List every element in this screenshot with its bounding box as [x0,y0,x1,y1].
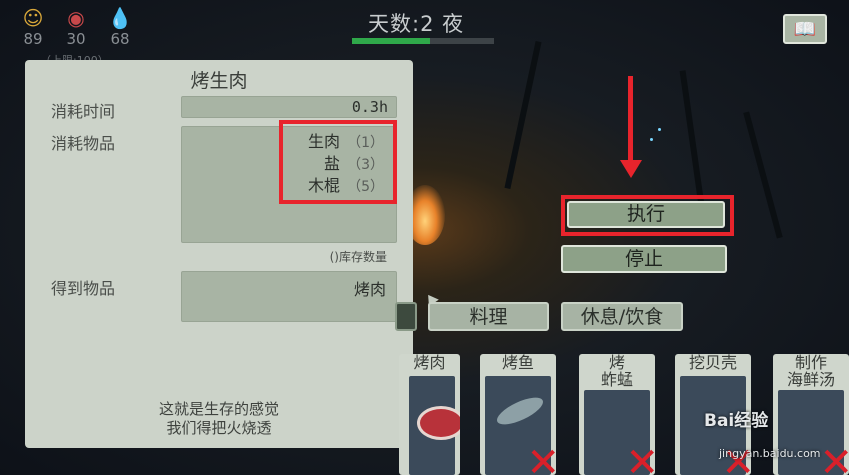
recipe-card-roast-grasshopper[interactable]: 烤 蚱蜢 ✕ [579,354,655,475]
star [658,128,661,131]
water-drop-icon: 💧 [107,6,133,30]
recipe-card-roast-fish[interactable]: 烤鱼 ✕ [480,354,556,475]
recipe-card-name: 烤鱼 [501,354,534,372]
time-label: 消耗时间 [51,102,116,121]
recipe-card-roast-meat[interactable]: 烤肉 [399,354,460,475]
recipe-detail-panel: 烤生肉 消耗时间 0.3h 消耗物品 生肉 （1） 盐（3） 木棍 （5） ()库存… [25,60,413,448]
unavailable-x-icon: ✕ [819,440,849,475]
get-item-value: 烤肉 [181,271,397,322]
meat-icon: ◉ [67,6,85,30]
annotation-arrow [628,76,633,164]
palm-silhouette [743,111,783,239]
consume-items-highlight [279,120,397,204]
execute-button[interactable]: 执行 [567,201,725,228]
consume-label: 消耗物品 [51,134,116,153]
book-button[interactable]: 📖 [783,14,827,44]
unavailable-x-icon: ✕ [625,440,655,475]
stat-happiness: ☺ 89 [16,6,50,48]
watermark-url: jingyan.baidu.com [719,447,821,460]
flavor-line-1: 这就是生存的感觉 [158,400,279,418]
annotation-arrow-head [620,160,642,178]
watermark-logo: Bai经验 [704,411,769,431]
unavailable-x-icon: ✕ [526,440,556,475]
recipe-card-name: 挖贝壳 [688,354,737,372]
recipe-card-name: 制作 海鲜汤 [786,354,835,389]
recipe-card-name: 烤 蚱蜢 [600,354,633,389]
tab-rest-eat[interactable]: 休息/饮食 [561,302,683,331]
star [650,138,653,141]
palm-silhouette [504,41,542,189]
smiley-icon: ☺ [22,6,44,30]
recipe-title: 烤生肉 [190,70,248,92]
meat-image [417,406,460,440]
book-icon: 📖 [793,18,817,40]
recipe-card-image [409,376,460,475]
fish-image [493,392,547,430]
tab-partial[interactable] [395,302,417,331]
stat-thirst: 💧 68 [103,6,137,48]
recipe-card-name: 烤肉 [413,354,446,372]
get-label: 得到物品 [51,279,116,298]
stat-hunger: ◉ 30 [59,6,93,48]
flavor-line-2: 我们得把火烧透 [166,419,272,437]
day-progress-fill [352,38,431,44]
flavor-text: 这就是生存的感觉 我们得把火烧透 [25,400,413,438]
stop-button[interactable]: 停止 [561,245,727,273]
stock-note: ()库存数量 [329,250,387,264]
time-value: 0.3h [181,96,397,118]
day-counter: 天数:2 夜 [368,12,465,36]
day-progress-bar [352,38,494,44]
tab-cooking[interactable]: 料理 [428,302,549,331]
